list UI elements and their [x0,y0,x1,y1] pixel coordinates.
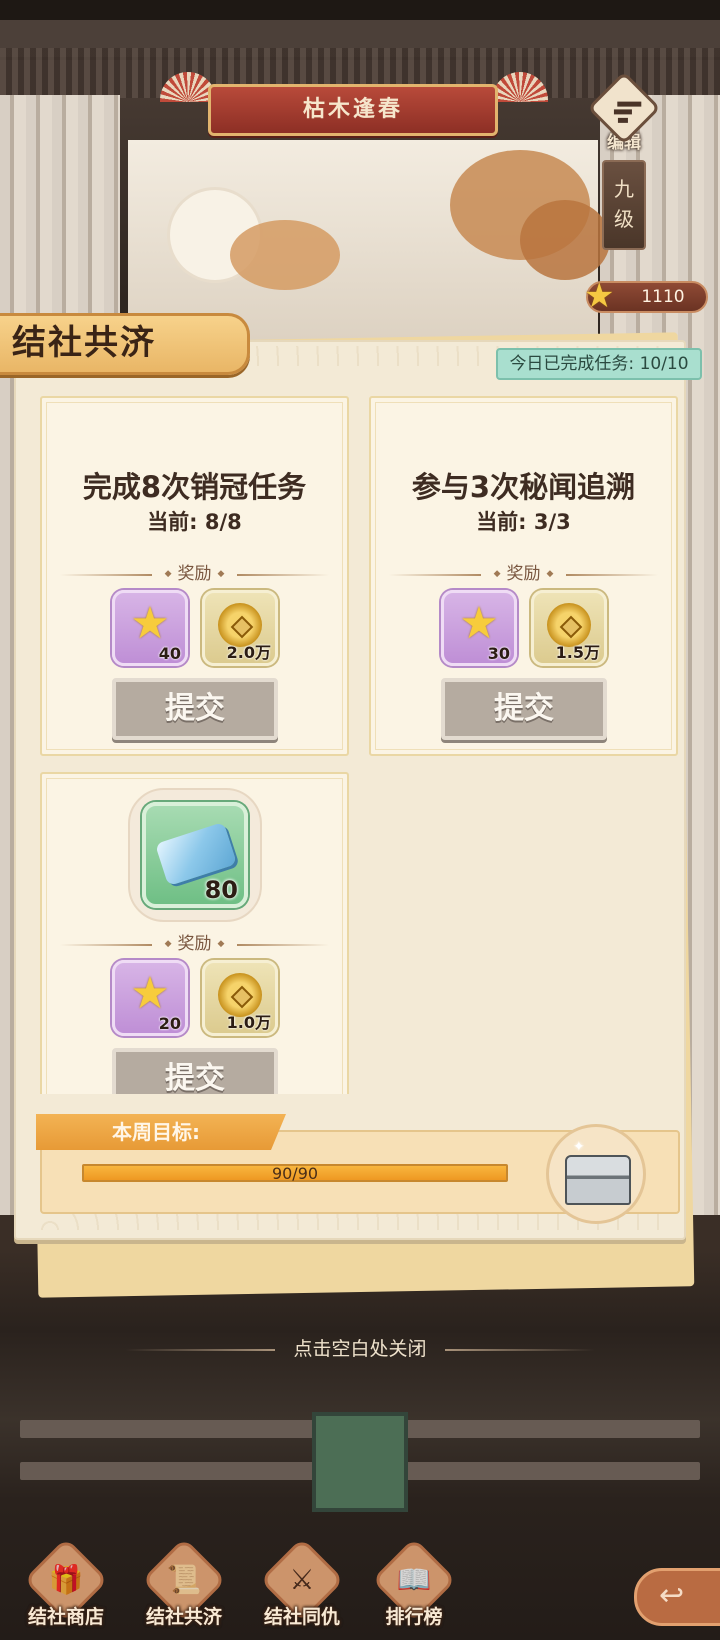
coin-reward[interactable]: 2.0万 [202,590,278,666]
required-item[interactable]: 80 [142,802,248,908]
level-tag: 九级 [602,160,646,250]
reward-label: 奖励 [60,564,329,584]
panel-title: 结社共济 [12,323,156,363]
treasure-chest-icon [565,1155,631,1205]
close-hint-text: 点击空白处关闭 [293,1338,427,1360]
task-title: 完成8次销冠任务 [82,470,307,504]
task-title: 参与3次秘闻追溯 [411,470,636,504]
event-title-banner: 枯木逢春 [208,84,498,136]
close-hint[interactable]: 点击空白处关闭 [0,1334,720,1361]
nav-shop[interactable]: 🎁 结社商店 [16,1537,116,1640]
weekly-reward-chest[interactable]: ✦ [546,1124,646,1224]
reward-divider: 奖励 [389,564,658,584]
reward-amount: 20 [158,1014,181,1033]
nav-cooperation[interactable]: 📜 结社共济 [134,1537,234,1640]
back-door [312,1412,408,1512]
star-icon: ★ [459,598,499,649]
nav-label: 排行榜 [385,1606,443,1628]
reward-amount: 1.0万 [226,1013,271,1032]
daily-completed-text: 今日已完成任务: 10/10 [509,354,689,374]
submit-button[interactable]: 提交 [112,1048,278,1094]
back-button[interactable]: ↩ [634,1568,720,1626]
reward-label: 奖励 [60,934,329,954]
game-screen[interactable]: 枯木逢春 编辑 九级 ★ 1110 结社共济 今日已完成任务: 10/10 完成… [0,0,720,1640]
submit-label: 提交 [165,691,225,726]
nav-ranking[interactable]: 📖 排行榜 [364,1537,464,1640]
task-card: 80 奖励 ★ 20 1.0万 提交 [40,772,349,1094]
panel-title-tab: 结社共济 [0,313,250,375]
task-progress: 当前: 3/3 [476,510,571,534]
star-count: 1110 [641,287,685,307]
submit-label: 提交 [494,691,554,726]
task-card: 完成8次销冠任务 当前: 8/8 奖励 ★ 40 2.0万 提交 [40,396,349,756]
nav-label: 结社同仇 [263,1606,340,1628]
nav-label: 结社商店 [27,1606,104,1628]
submit-label: 提交 [165,1061,225,1094]
star-reward[interactable]: ★ 20 [112,960,188,1036]
event-title: 枯木逢春 [302,97,403,122]
weekly-goal-tab: 本周目标: [36,1114,286,1150]
submit-button[interactable]: 提交 [441,678,607,740]
autumn-tree [520,200,610,280]
star-icon: ★ [130,968,170,1019]
status-strip [0,0,720,20]
star-icon: ★ [584,276,615,316]
reward-amount: 30 [487,644,510,663]
reward-amount: 1.5万 [555,643,600,662]
item-amount: 80 [204,876,238,904]
autumn-tree [230,220,340,290]
submit-button[interactable]: 提交 [112,678,278,740]
task-list[interactable]: 完成8次销冠任务 当前: 8/8 奖励 ★ 40 2.0万 提交 参与3次秘闻追… [40,396,682,1094]
level-label: 九级 [614,177,634,231]
daily-completed-badge: 今日已完成任务: 10/10 [496,348,702,380]
reward-divider: 奖励 [60,564,329,584]
weekly-progress-text: 90/90 [271,1164,319,1183]
reward-amount: 2.0万 [226,643,271,662]
star-reward[interactable]: ★ 40 [112,590,188,666]
nav-battle[interactable]: ⚔ 结社同仇 [252,1537,352,1640]
reward-amount: 40 [158,644,181,663]
weekly-progress-bar: 90/90 [82,1164,508,1183]
coin-reward[interactable]: 1.5万 [531,590,607,666]
task-card: 参与3次秘闻追溯 当前: 3/3 奖励 ★ 30 1.5万 提交 [369,396,678,756]
back-arrow-icon: ↩ [659,1578,685,1613]
reward-label: 奖励 [389,564,658,584]
coin-reward[interactable]: 1.0万 [202,960,278,1036]
star-reward[interactable]: ★ 30 [441,590,517,666]
star-icon: ★ [130,598,170,649]
reward-divider: 奖励 [60,934,329,954]
nav-label: 结社共济 [145,1606,222,1628]
edit-button[interactable]: 编辑 [587,71,661,153]
star-currency: ★ 1110 [584,276,708,316]
sparkle-icon: ✦ [573,1139,585,1155]
weekly-goal-label: 本周目标: [112,1120,200,1144]
task-progress: 当前: 8/8 [147,510,242,534]
